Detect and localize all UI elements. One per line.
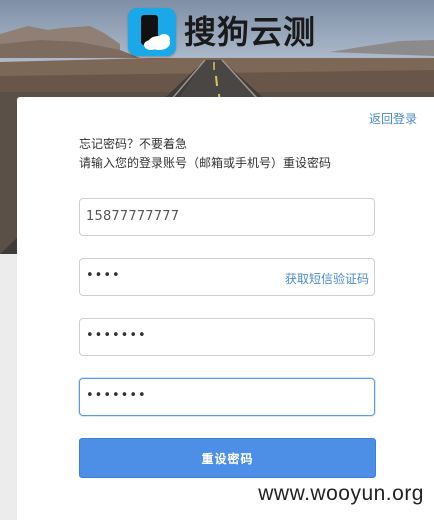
confirm-password-value: ••••••• bbox=[86, 388, 147, 403]
reset-password-card: 返回登录 忘记密码？不要着急 请输入您的登录账号（邮箱或手机号）重设密码 158… bbox=[17, 97, 434, 520]
intro-line-1: 忘记密码？不要着急 bbox=[79, 137, 188, 151]
watermark-text: www.wooyun.org bbox=[258, 482, 424, 505]
brand-logo: 搜狗云测 bbox=[128, 8, 316, 56]
intro-text: 忘记密码？不要着急 请输入您的登录账号（邮箱或手机号）重设密码 bbox=[79, 135, 331, 173]
intro-line-2: 请输入您的登录账号（邮箱或手机号）重设密码 bbox=[79, 156, 332, 170]
verification-code-value: •••• bbox=[86, 268, 121, 283]
new-password-input[interactable]: ••••••• bbox=[79, 318, 375, 356]
reset-password-button[interactable]: 重设密码 bbox=[79, 438, 376, 478]
cloud-phone-icon bbox=[128, 8, 176, 56]
account-input[interactable]: 15877777777 bbox=[79, 198, 375, 236]
confirm-password-input[interactable]: ••••••• bbox=[79, 378, 375, 416]
back-to-login-link[interactable]: 返回登录 bbox=[369, 110, 417, 127]
verification-code-input[interactable]: •••• 获取短信验证码 bbox=[79, 258, 375, 296]
new-password-value: ••••••• bbox=[86, 328, 147, 343]
account-input-value: 15877777777 bbox=[86, 209, 180, 224]
get-sms-code-link[interactable]: 获取短信验证码 bbox=[285, 270, 369, 287]
brand-name: 搜狗云测 bbox=[184, 13, 317, 51]
